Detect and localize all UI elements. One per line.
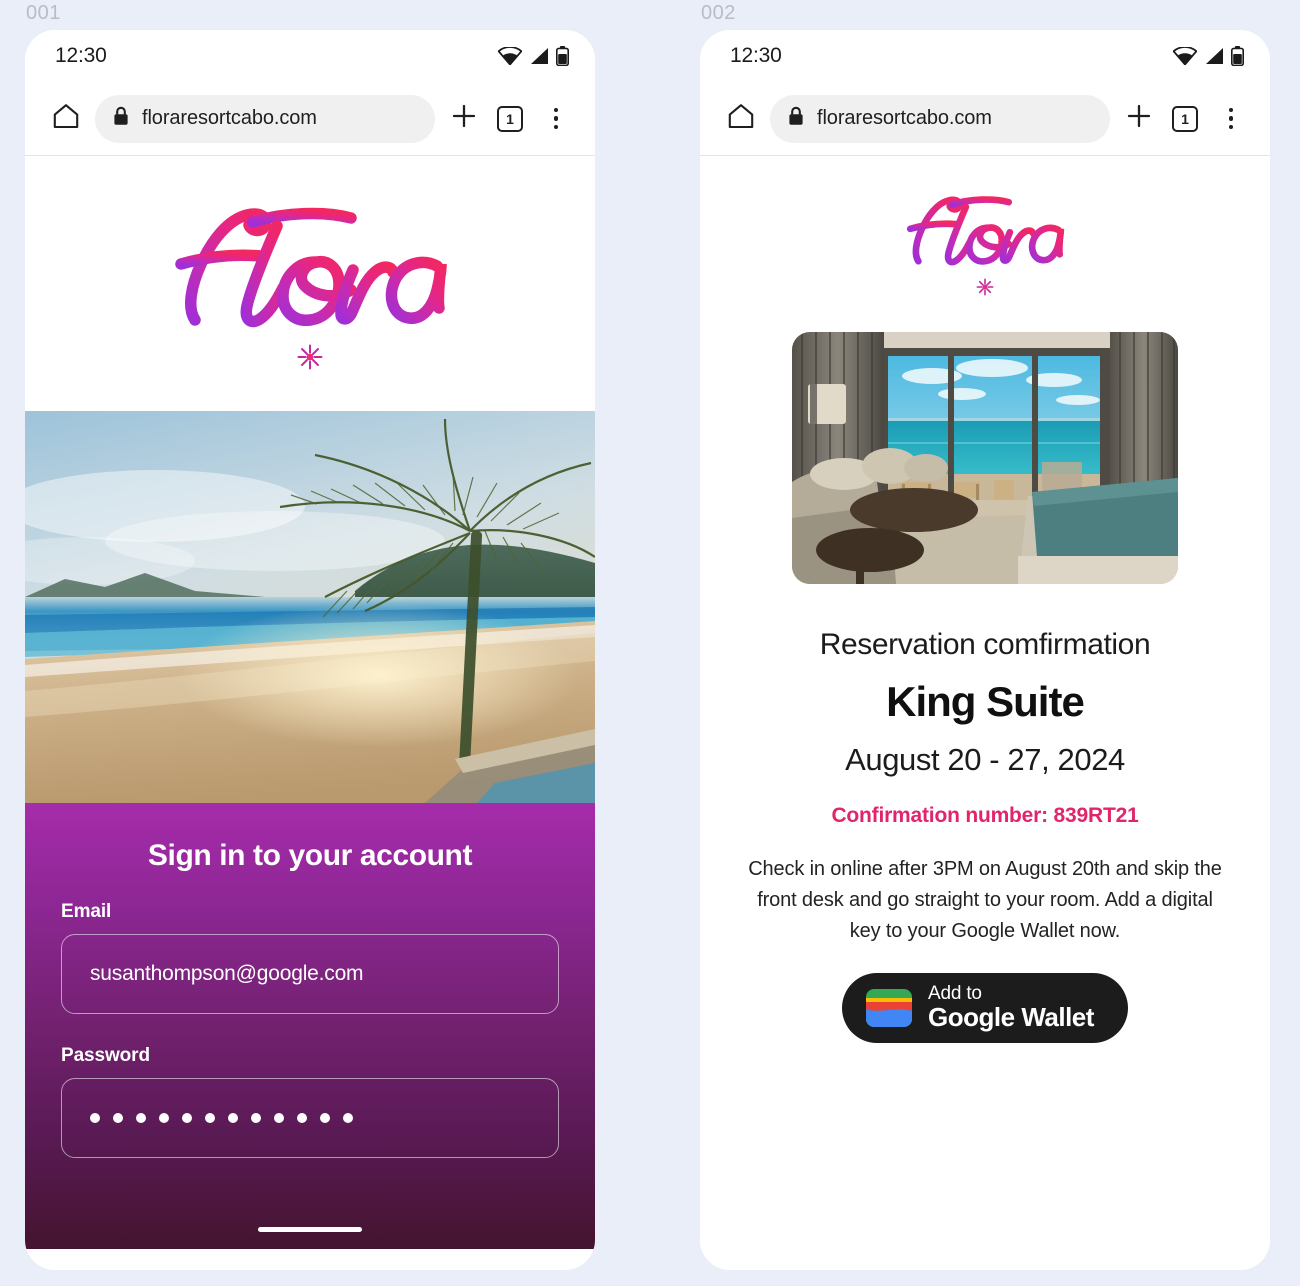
kebab-menu-icon xyxy=(1228,107,1234,130)
wallet-button-line2: Google Wallet xyxy=(928,1002,1094,1033)
browser-toolbar: floraresortcabo.com 1 xyxy=(25,82,595,156)
gesture-handle[interactable] xyxy=(258,1226,362,1232)
reservation-subtitle: Reservation comfirmation xyxy=(819,628,1151,661)
signal-icon xyxy=(1204,47,1224,65)
home-icon xyxy=(727,102,755,135)
battery-icon xyxy=(556,46,569,66)
signin-title: Sign in to your account xyxy=(147,839,473,872)
flower-asterisk-icon xyxy=(975,277,995,302)
wallet-button-text: Add to Google Wallet xyxy=(928,984,1094,1031)
confirmation-number: Confirmation number: 839RT21 xyxy=(831,804,1139,827)
email-label: Email xyxy=(61,901,112,922)
home-icon xyxy=(52,102,80,135)
room-name: King Suite xyxy=(886,678,1085,725)
browser-menu-button[interactable] xyxy=(1214,102,1248,136)
browser-menu-button[interactable] xyxy=(539,102,573,136)
status-time: 12:30 xyxy=(55,44,107,67)
status-bar: 12:30 xyxy=(700,30,1270,82)
phone-frame-confirmation: 12:30 floraresortcabo.com 1 Reservation … xyxy=(700,30,1270,1270)
url-text: floraresortcabo.com xyxy=(142,107,317,129)
home-button[interactable] xyxy=(49,102,83,136)
flower-asterisk-icon xyxy=(295,342,325,377)
brand-header xyxy=(25,156,595,411)
checkin-description: Check in online after 3PM on August 20th… xyxy=(748,858,1222,942)
flora-wordmark-logo xyxy=(901,192,1069,277)
reservation-dates: August 20 - 27, 2024 xyxy=(845,742,1125,777)
beach-hero-image xyxy=(25,411,595,803)
lock-icon xyxy=(113,106,129,131)
battery-icon xyxy=(1231,46,1244,66)
brand-header xyxy=(700,156,1270,324)
kebab-menu-icon xyxy=(553,107,559,130)
frame-label-002: 002 xyxy=(701,2,736,24)
new-tab-button[interactable] xyxy=(1122,102,1156,136)
password-field[interactable] xyxy=(61,1078,559,1158)
home-button[interactable] xyxy=(724,102,758,136)
system-navigation-bar xyxy=(25,1209,595,1249)
status-time: 12:30 xyxy=(730,44,782,67)
wifi-icon xyxy=(1173,47,1197,65)
email-value: susanthompson@google.com xyxy=(90,962,364,985)
plus-icon xyxy=(450,102,478,135)
browser-toolbar: floraresortcabo.com 1 xyxy=(700,82,1270,156)
password-masked-value xyxy=(90,1113,353,1123)
tab-count-badge: 1 xyxy=(1172,105,1198,132)
new-tab-button[interactable] xyxy=(447,102,481,136)
status-icons xyxy=(498,46,569,66)
password-label: Password xyxy=(61,1045,150,1066)
google-wallet-icon xyxy=(866,989,913,1027)
signal-icon xyxy=(529,47,549,65)
flora-wordmark-logo xyxy=(165,202,455,342)
tab-switcher-button[interactable]: 1 xyxy=(1168,102,1202,136)
wallet-button-line1: Add to xyxy=(928,983,982,1005)
status-icons xyxy=(1173,46,1244,66)
frame-label-001: 001 xyxy=(26,2,61,24)
reservation-confirmation-content: Reservation comfirmation King Suite Augu… xyxy=(700,324,1270,1270)
add-to-google-wallet-button[interactable]: Add to Google Wallet xyxy=(842,973,1128,1043)
address-bar[interactable]: floraresortcabo.com xyxy=(770,94,1110,143)
tab-count-badge: 1 xyxy=(497,105,523,132)
url-text: floraresortcabo.com xyxy=(817,107,992,129)
address-bar[interactable]: floraresortcabo.com xyxy=(95,94,435,143)
signin-panel: Sign in to your account Email susanthomp… xyxy=(25,803,595,1249)
wifi-icon xyxy=(498,47,522,65)
plus-icon xyxy=(1125,102,1153,135)
hotel-suite-image xyxy=(792,332,1178,584)
phone-frame-signin: 12:30 floraresortcabo.com 1 Sign in to y… xyxy=(25,30,595,1270)
status-bar: 12:30 xyxy=(25,30,595,82)
email-field[interactable]: susanthompson@google.com xyxy=(61,934,559,1014)
tab-switcher-button[interactable]: 1 xyxy=(493,102,527,136)
lock-icon xyxy=(788,106,804,131)
